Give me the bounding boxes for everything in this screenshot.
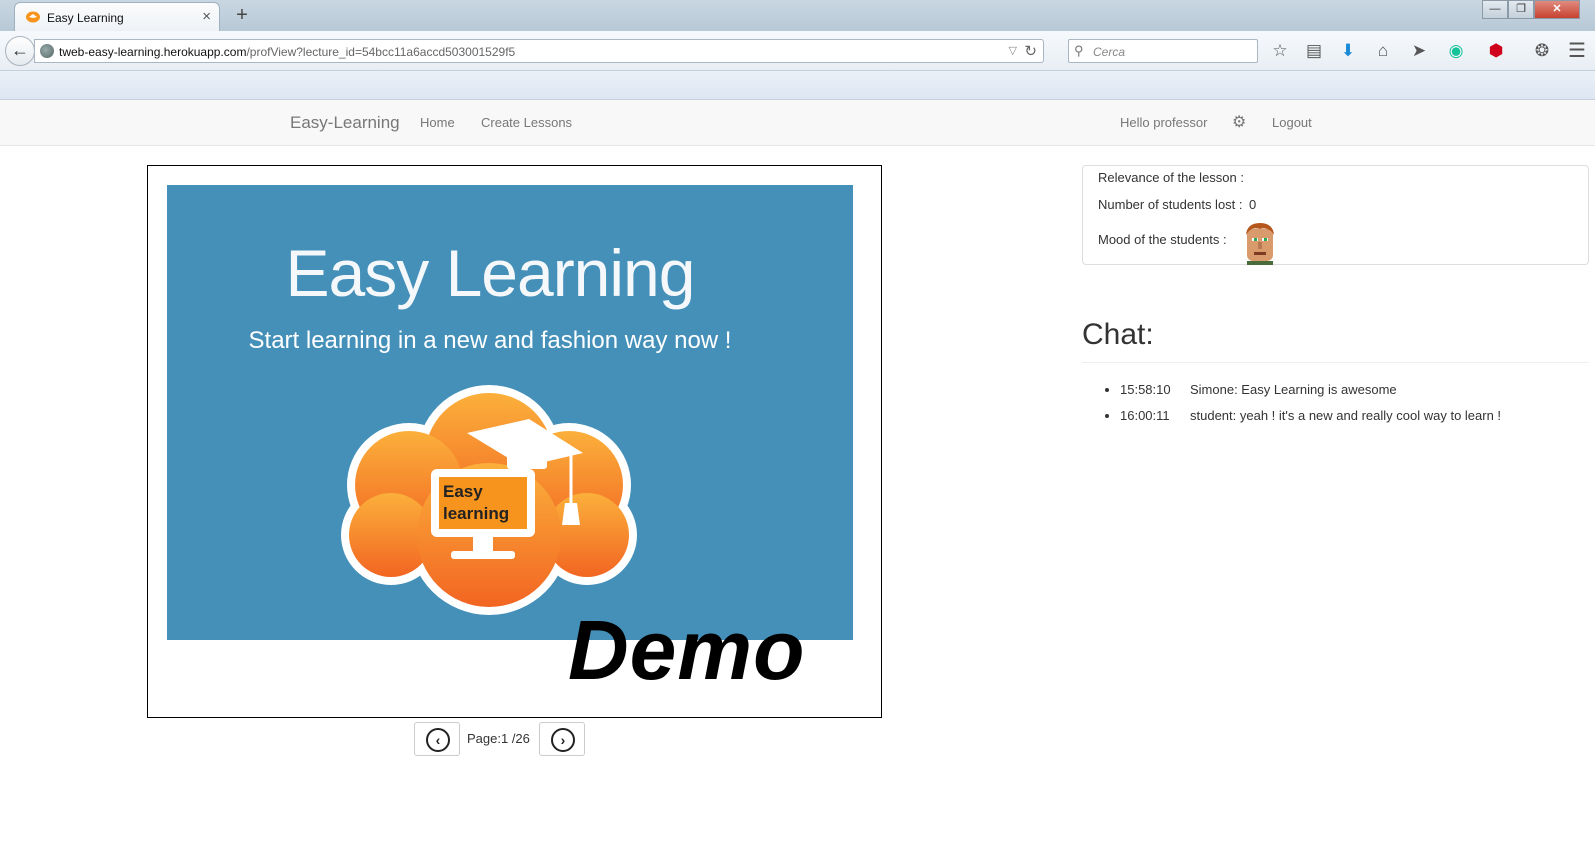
slide-subtitle: Start learning in a new and fashion way … — [248, 327, 732, 354]
url-path: /profView?lecture_id=54bcc11a6accd503001… — [246, 45, 516, 59]
url-text: tweb-easy-learning.herokuapp.com/profVie… — [59, 45, 515, 59]
relevance-label: Relevance of the lesson : — [1098, 170, 1244, 185]
student-mood-face-icon — [1246, 223, 1274, 265]
chat-title: Chat: — [1082, 318, 1154, 351]
minimize-button[interactable]: — — [1482, 0, 1508, 19]
url-host: tweb-easy-learning.herokuapp.com — [59, 45, 247, 59]
bookmarks-bar — [0, 71, 1595, 100]
new-tab-button[interactable]: + — [232, 4, 252, 27]
history-dropdown-icon[interactable]: ▽ — [1009, 44, 1017, 57]
address-bar[interactable]: tweb-easy-learning.herokuapp.com/profVie… — [34, 39, 1044, 63]
gear-icon[interactable]: ⚙ — [1232, 112, 1246, 132]
slide-title: Easy Learning — [285, 236, 696, 310]
extension-icon[interactable]: ❂ — [1530, 39, 1554, 63]
search-placeholder: Cerca — [1093, 45, 1126, 59]
chat-time: 15:58:10 — [1120, 382, 1171, 397]
students-lost-value: 0 — [1249, 197, 1257, 212]
close-tab-icon[interactable]: × — [202, 8, 211, 25]
favicon-icon — [26, 11, 40, 23]
back-button[interactable]: ← — [5, 36, 35, 66]
reload-icon[interactable]: ↻ — [1024, 42, 1037, 60]
nav-create-lessons-link[interactable]: Create Lessons — [481, 115, 572, 130]
students-lost-label: Number of students lost : — [1098, 197, 1243, 212]
send-icon[interactable]: ➤ — [1407, 39, 1431, 63]
chat-message: 15:58:10 Simone: Easy Learning is awesome — [1120, 382, 1501, 397]
search-bar[interactable]: ⚲ Cerca — [1068, 39, 1258, 63]
menu-icon[interactable]: ☰ — [1565, 39, 1589, 63]
previous-page-button[interactable]: ‹ — [414, 722, 460, 756]
next-page-button[interactable]: › — [539, 722, 585, 756]
logo-text-learning: learning — [443, 504, 509, 523]
mood-label: Mood of the students : — [1098, 232, 1227, 247]
page-indicator: Page:1 /26 — [467, 731, 530, 746]
downloads-icon[interactable]: ⬇ — [1336, 39, 1360, 63]
greeting-text: Hello professor — [1120, 115, 1208, 130]
chat-time: 16:00:11 — [1120, 408, 1170, 423]
chevron-left-icon: ‹ — [426, 728, 450, 752]
chat-message-list: 15:58:10 Simone: Easy Learning is awesome… — [1120, 382, 1501, 434]
chat-message: 16:00:11 student: yeah ! it's a new and r… — [1120, 408, 1501, 423]
bookmark-star-icon[interactable]: ☆ — [1268, 39, 1292, 63]
lesson-stats-panel: Relevance of the lesson : Number of stud… — [1082, 165, 1589, 265]
chat-divider — [1082, 362, 1589, 363]
search-icon: ⚲ — [1074, 43, 1084, 58]
site-navbar: Easy-Learning Home Create Lessons Hello … — [0, 100, 1595, 146]
easy-learning-logo: Easy learning — [341, 385, 637, 615]
adblock-icon[interactable]: ⬢ — [1484, 39, 1508, 63]
chat-text: student: yeah ! it's a new and really co… — [1190, 408, 1502, 423]
demo-watermark: Demo — [568, 603, 806, 697]
restore-button[interactable]: ❐ — [1508, 0, 1534, 19]
tab-title: Easy Learning — [47, 11, 124, 25]
reading-list-icon[interactable]: ▤ — [1302, 39, 1326, 63]
home-icon[interactable]: ⌂ — [1371, 39, 1395, 63]
nav-home-link[interactable]: Home — [420, 115, 455, 130]
logout-link[interactable]: Logout — [1272, 115, 1312, 130]
globe-icon — [40, 44, 54, 58]
brand-link[interactable]: Easy-Learning — [290, 113, 400, 133]
chat-text: Simone: Easy Learning is awesome — [1190, 382, 1397, 397]
logo-text-easy: Easy — [443, 482, 483, 501]
window-close-button[interactable]: ✕ — [1534, 0, 1580, 19]
browser-tab-strip: Easy Learning × + — ❐ ✕ — [0, 0, 1595, 31]
browser-tab[interactable]: Easy Learning × — [14, 2, 220, 31]
slide-image: Easy Learning Start learning in a new an… — [167, 185, 853, 640]
chevron-right-icon: › — [551, 728, 575, 752]
grammarly-icon[interactable]: ◉ — [1444, 39, 1468, 63]
browser-toolbar: ← tweb-easy-learning.herokuapp.com/profV… — [0, 31, 1595, 71]
